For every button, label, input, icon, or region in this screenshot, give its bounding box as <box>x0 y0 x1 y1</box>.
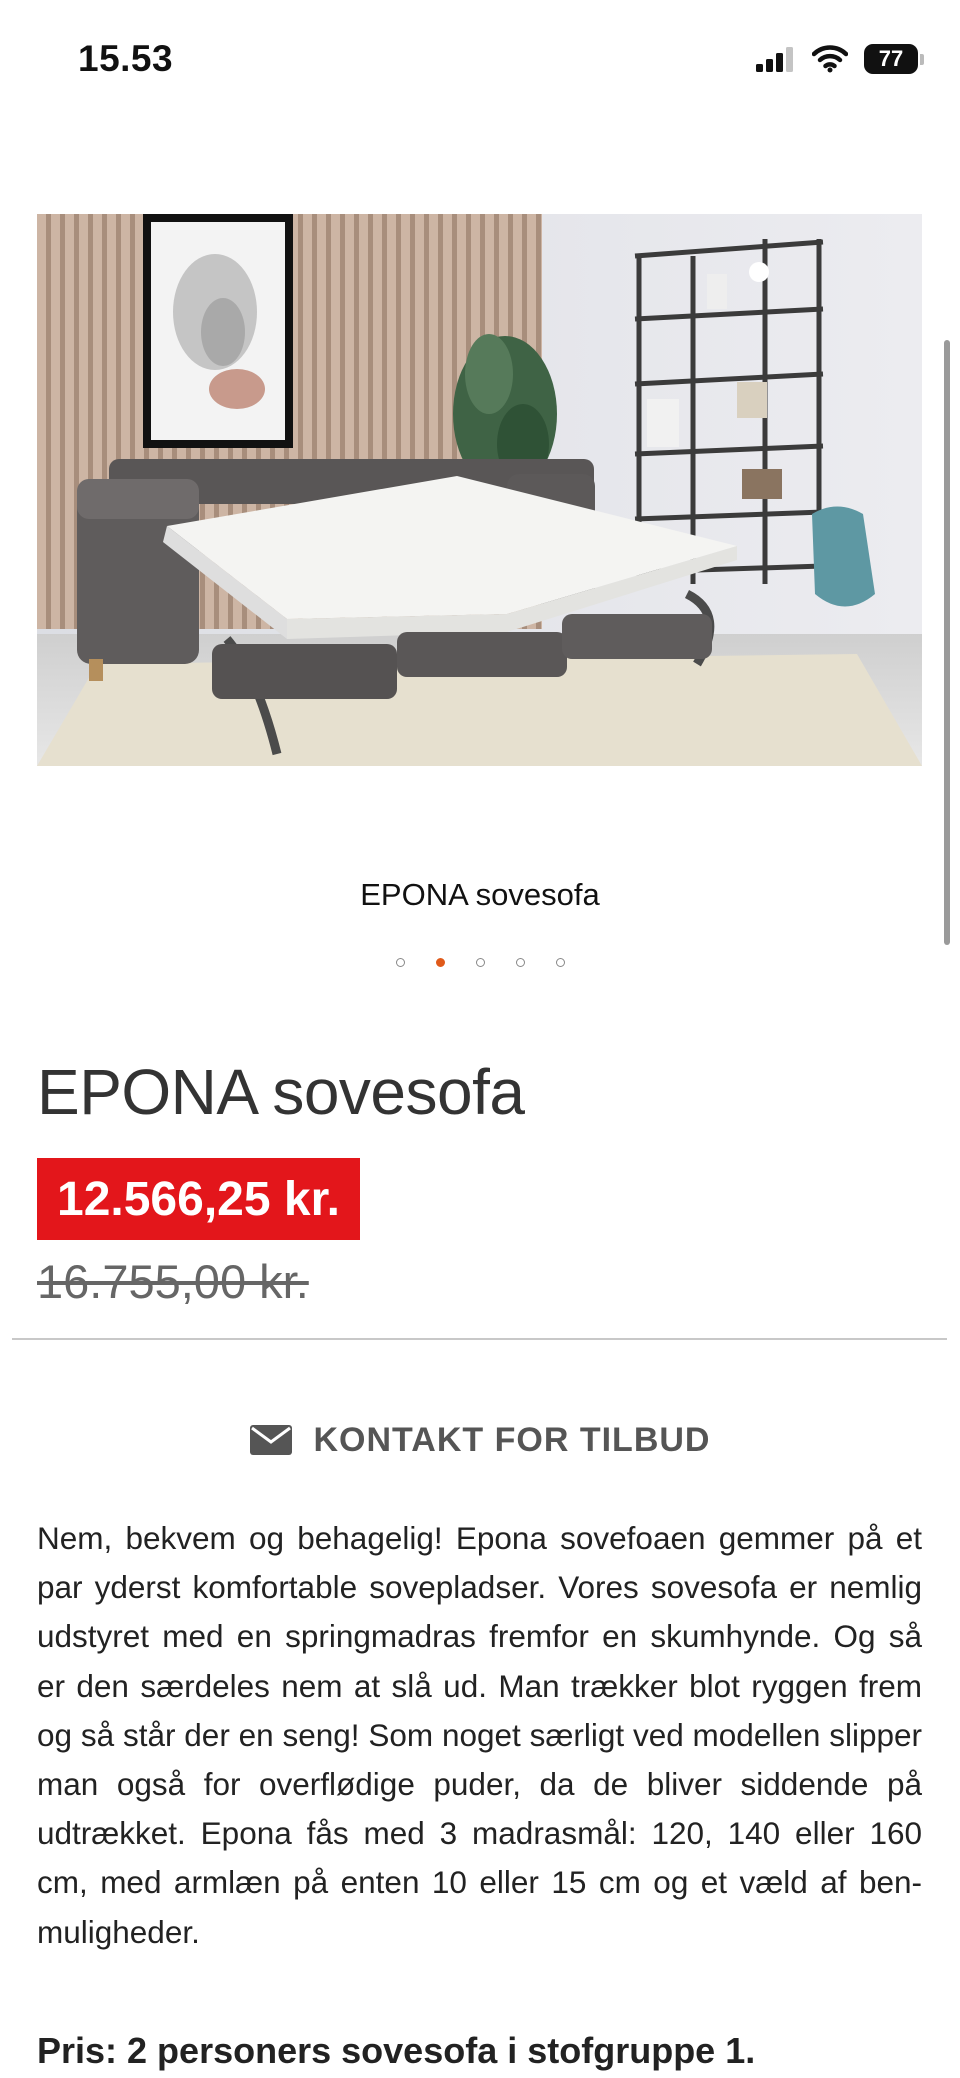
product-description: Nem, bekvem og behagelig! Epona sovefoae… <box>37 1520 922 1950</box>
contact-label: KONTAKT FOR TILBUD <box>313 1420 711 1459</box>
status-icons: 77 <box>756 44 924 74</box>
battery-level: 77 <box>864 44 918 74</box>
carousel-dot[interactable] <box>395 958 405 967</box>
price-heading: Pris: 2 personers sovesofa i stofgruppe … <box>37 2030 756 2071</box>
battery-icon: 77 <box>864 44 924 74</box>
product-image[interactable] <box>37 214 922 766</box>
carousel-dot[interactable] <box>515 958 525 967</box>
image-caption: EPONA sovesofa <box>360 877 600 912</box>
price-badge: 12.566,25 kr. <box>37 1158 360 1240</box>
carousel-dot-active[interactable] <box>435 958 445 967</box>
wifi-icon <box>812 45 848 73</box>
divider <box>12 1338 947 1340</box>
carousel-dot[interactable] <box>475 958 485 967</box>
mail-icon <box>249 1425 292 1455</box>
carousel-dot[interactable] <box>555 958 565 967</box>
scroll-indicator[interactable] <box>944 340 950 945</box>
carousel-dots <box>0 958 960 967</box>
status-time: 15.53 <box>78 38 174 79</box>
product-title: EPONA sovesofa <box>37 1056 525 1128</box>
status-bar: 15.53 77 <box>0 0 960 120</box>
signal-icon <box>756 47 793 72</box>
contact-for-offer-button[interactable]: KONTAKT FOR TILBUD <box>0 1412 960 1468</box>
old-price: 16.755,00 kr. <box>37 1255 309 1308</box>
